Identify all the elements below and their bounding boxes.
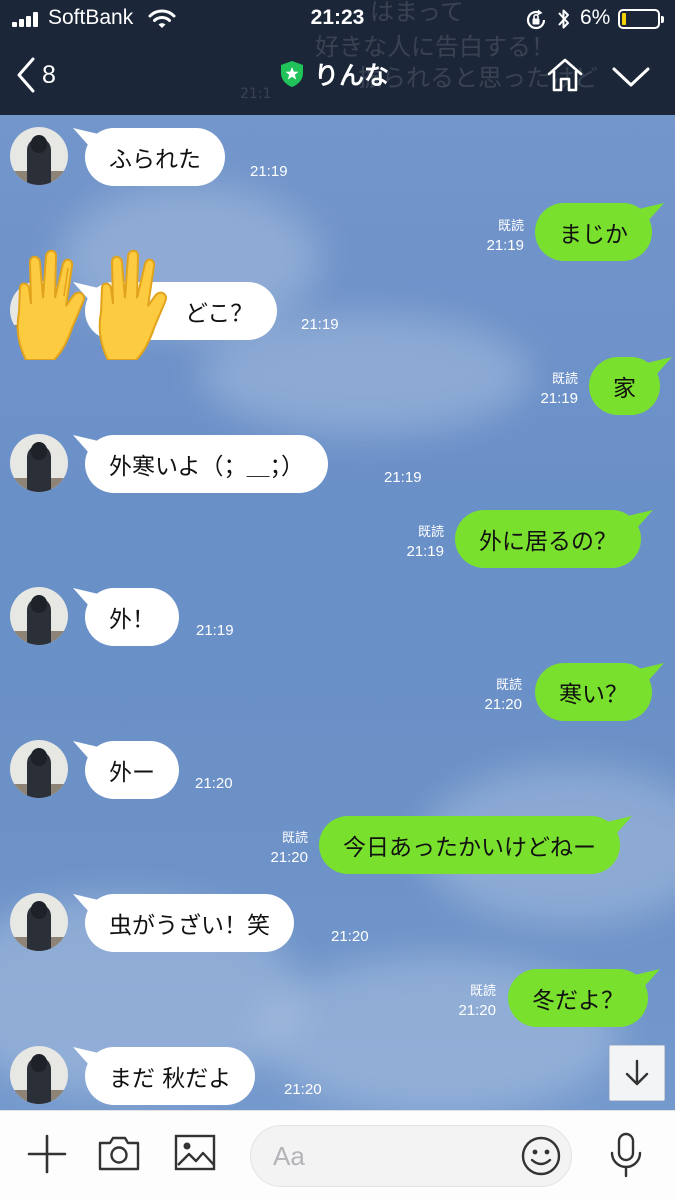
image-icon[interactable] <box>174 1133 216 1173</box>
message-bubble-incoming[interactable]: 外寒いよ（；＿；） <box>85 435 329 493</box>
message-bubble-outgoing[interactable]: 寒い？ <box>535 663 652 721</box>
message-input[interactable]: Aa <box>250 1125 572 1187</box>
message-time: 21:20 <box>270 849 308 866</box>
message-meta: 既読 21:19 <box>464 217 524 255</box>
status-clock: 21:23 <box>310 6 365 29</box>
message-time: 21:19 <box>406 543 444 560</box>
battery-percent: 6% <box>580 6 611 29</box>
battery-level <box>622 13 626 25</box>
message-time: 21:19 <box>301 316 339 333</box>
chevron-down-icon[interactable] <box>612 66 650 88</box>
avatar[interactable] <box>10 434 68 492</box>
message-bubble-outgoing[interactable]: 家 <box>589 357 660 415</box>
emoji-icon[interactable] <box>519 1134 563 1178</box>
raised-hands-emoji <box>16 249 167 360</box>
message-time: 21:19 <box>250 163 288 180</box>
back-button[interactable]: 8 <box>16 55 76 95</box>
message-bubble-incoming[interactable]: ふられた <box>85 128 225 186</box>
message-bubble-outgoing[interactable]: 今日あったかいけどねー <box>319 816 620 874</box>
message-input-placeholder: Aa <box>273 1141 305 1171</box>
official-shield-star-icon <box>281 61 303 87</box>
message-bubble-incoming[interactable]: 外！ <box>85 588 179 646</box>
plus-icon[interactable] <box>26 1133 68 1175</box>
back-chevron-icon <box>17 57 35 93</box>
unread-count: 8 <box>42 60 56 89</box>
scroll-to-bottom-button[interactable] <box>609 1045 665 1101</box>
rotation-lock-icon <box>526 9 546 30</box>
message-time: 21:19 <box>384 469 422 486</box>
top-bar: はまって 好きな人に告白する！ 振られると思ったけど 21:1 SoftBank… <box>0 0 675 115</box>
avatar[interactable] <box>10 587 68 645</box>
avatar[interactable] <box>10 740 68 798</box>
read-receipt: 既読 <box>551 372 578 387</box>
chat-name: りんな <box>314 61 390 90</box>
arrow-down-icon <box>625 1059 649 1086</box>
message-bubble-outgoing[interactable]: 外に居るの？ <box>455 510 641 568</box>
status-bar: SoftBank 21:23 6% <box>0 0 675 38</box>
message-time: 21:20 <box>331 928 369 945</box>
read-receipt: 既読 <box>281 831 308 846</box>
read-receipt: 既読 <box>417 525 444 540</box>
message-meta: 既読 21:19 <box>518 370 578 408</box>
overlay-line-4: 21:1 <box>240 86 272 102</box>
read-receipt: 既読 <box>495 678 522 693</box>
avatar[interactable] <box>10 127 68 185</box>
chat-title[interactable]: りんな <box>280 56 389 92</box>
message-bubble-incoming[interactable]: 虫がうざい！笑 <box>85 894 294 952</box>
chat-area[interactable]: ふられた 21:19 既読 21:19 まじか どこ？ 21:19 既読 21:… <box>0 115 675 1110</box>
message-time: 21:20 <box>195 775 233 792</box>
read-receipt: 既読 <box>497 219 524 234</box>
camera-icon[interactable] <box>97 1133 141 1173</box>
message-time: 21:20 <box>484 696 522 713</box>
message-bubble-outgoing[interactable]: まじか <box>535 203 652 261</box>
message-time: 21:20 <box>458 1002 496 1019</box>
message-bubble-incoming[interactable]: 外ー <box>85 741 179 799</box>
input-bar: Aa <box>0 1110 675 1200</box>
message-time: 21:20 <box>284 1081 322 1098</box>
read-receipt: 既読 <box>469 984 496 999</box>
message-time: 21:19 <box>540 390 578 407</box>
avatar[interactable] <box>10 893 68 951</box>
home-icon[interactable] <box>546 56 584 94</box>
message-time: 21:19 <box>486 237 524 254</box>
avatar[interactable] <box>10 1046 68 1104</box>
message-bubble-incoming[interactable]: まだ 秋だよ <box>85 1047 256 1105</box>
message-meta: 既読 21:20 <box>462 676 522 714</box>
message-meta: 既読 21:20 <box>248 829 308 867</box>
battery-icon <box>618 9 664 29</box>
message-bubble-outgoing[interactable]: 冬だよ？ <box>508 969 648 1027</box>
message-meta: 既読 21:19 <box>384 523 444 561</box>
bluetooth-icon <box>558 9 569 29</box>
microphone-icon[interactable] <box>606 1131 646 1179</box>
message-meta: 既読 21:20 <box>436 982 496 1020</box>
message-time: 21:19 <box>196 622 234 639</box>
